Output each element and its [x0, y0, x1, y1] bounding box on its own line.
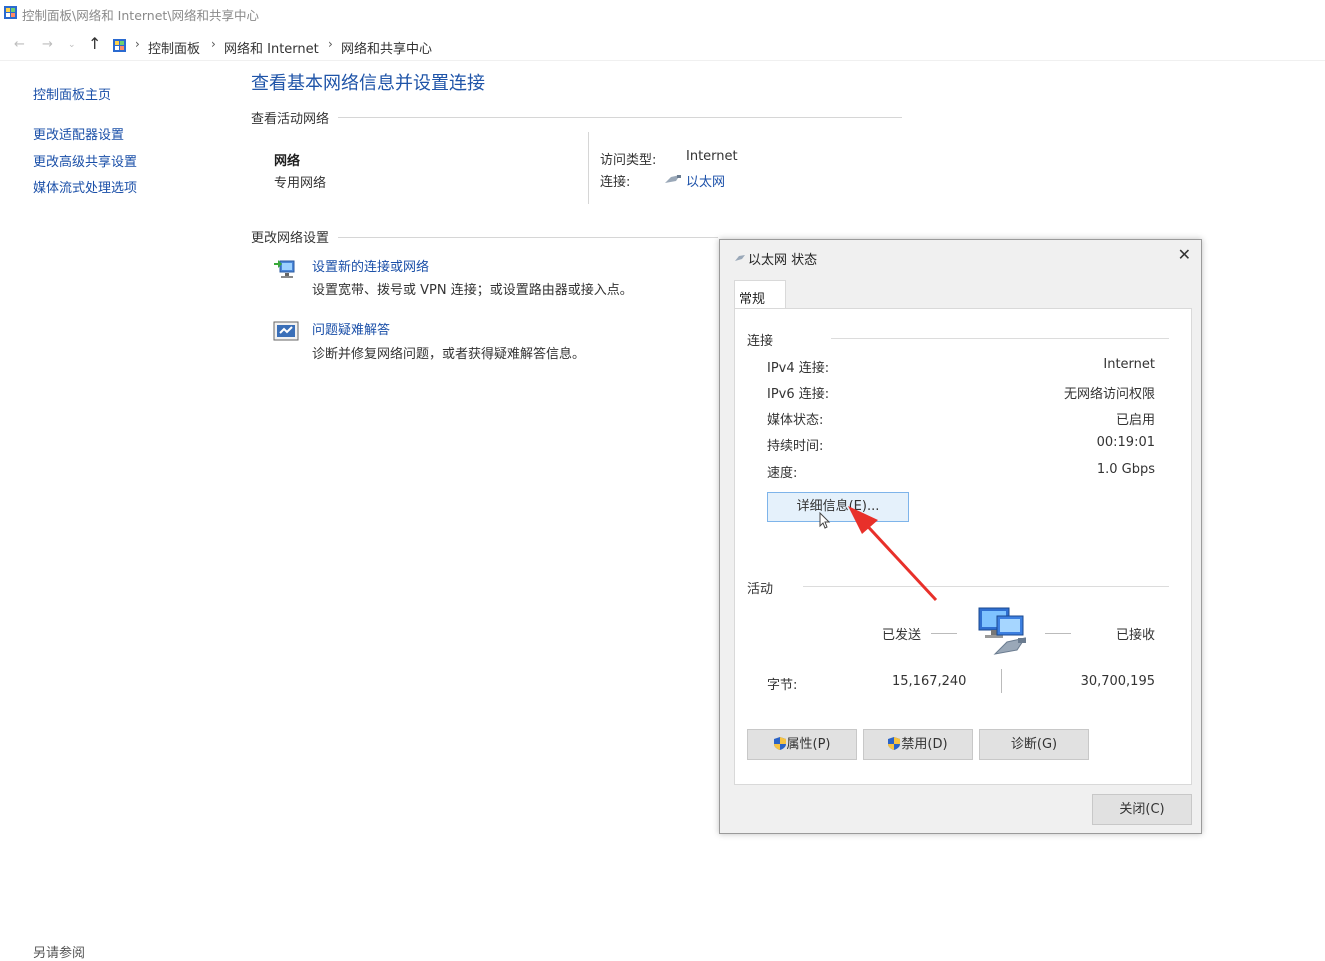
ipv4-label: IPv4 连接: [767, 361, 830, 376]
ethernet-icon [735, 255, 745, 261]
recent-locations-dropdown-icon[interactable]: ⌄ [68, 40, 76, 50]
setup-new-connection-link[interactable]: 设置新的连接或网络 [312, 256, 429, 275]
bytes-received-value: 30,700,195 [1080, 674, 1155, 689]
ethernet-connection-link[interactable]: 以太网 [686, 171, 725, 190]
up-arrow-icon[interactable]: ↑ [88, 34, 101, 53]
sidebar-item-advanced-sharing[interactable]: 更改高级共享设置 [33, 151, 137, 170]
ipv4-value: Internet [1103, 357, 1155, 372]
section-divider [338, 237, 718, 238]
speed-label: 速度: [767, 466, 798, 481]
troubleshoot-link[interactable]: 问题疑难解答 [312, 319, 390, 338]
uac-shield-icon [888, 737, 901, 750]
sent-label: 已发送 [882, 628, 922, 643]
see-also-heading: 另请参阅 [33, 946, 86, 961]
ipv6-label: IPv6 连接: [767, 387, 830, 402]
uac-shield-icon [773, 737, 786, 750]
new-connection-icon [274, 260, 295, 278]
section-divider [831, 338, 1169, 339]
page-title: 查看基本网络信息并设置连接 [251, 73, 485, 94]
active-networks-heading: 查看活动网络 [251, 112, 330, 127]
annotation-arrow [848, 506, 938, 602]
window-title: 控制面板\网络和 Internet\网络和共享中心 [22, 8, 260, 23]
close-icon[interactable]: ✕ [1178, 245, 1191, 264]
ethernet-status-dialog: 以太网 状态 ✕ 常规 连接 IPv4 连接: Internet IPv6 连接… [719, 239, 1202, 834]
setup-new-connection-desc: 设置宽带、拨号或 VPN 连接；或设置路由器或接入点。 [312, 283, 633, 298]
breadcrumb-separator: › [211, 37, 216, 51]
bytes-sent-value: 15,167,240 [892, 674, 967, 689]
received-line [1045, 633, 1071, 634]
breadcrumb-separator: › [328, 37, 333, 51]
sidebar-item-media-streaming[interactable]: 媒体流式处理选项 [33, 177, 137, 196]
network-name: 网络 [274, 154, 301, 169]
general-tab-panel: 连接 IPv4 连接: Internet IPv6 连接: 无网络访问权限 媒体… [734, 308, 1192, 785]
tab-general[interactable]: 常规 [734, 280, 786, 309]
troubleshoot-icon [273, 321, 299, 341]
bytes-divider [1001, 669, 1002, 693]
media-state-label: 媒体状态: [767, 413, 824, 428]
ipv6-value: 无网络访问权限 [1063, 387, 1155, 402]
duration-label: 持续时间: [767, 439, 824, 454]
disable-button[interactable]: 禁用(D) [863, 729, 973, 760]
ethernet-icon [665, 175, 681, 183]
connection-label: 连接: [600, 175, 631, 190]
address-bar: ← → ⌄ ↑ › 控制面板 › 网络和 Internet › 网络和共享中心 [0, 32, 1325, 61]
breadcrumb-sharing-center[interactable]: 网络和共享中心 [341, 38, 432, 57]
troubleshoot-desc: 诊断并修复网络问题，或者获得疑难解答信息。 [312, 347, 586, 362]
breadcrumb-network-internet[interactable]: 网络和 Internet [224, 38, 319, 57]
control-panel-icon [4, 6, 17, 19]
window-titlebar: 控制面板\网络和 Internet\网络和共享中心 [0, 0, 1325, 26]
dialog-title: 以太网 状态 [748, 253, 818, 268]
sidebar-item-adapter-settings[interactable]: 更改适配器设置 [33, 124, 124, 143]
forward-arrow-icon[interactable]: → [42, 37, 53, 52]
back-arrow-icon[interactable]: ← [14, 37, 25, 52]
activity-section-heading: 活动 [747, 582, 774, 597]
received-label: 已接收 [1115, 628, 1155, 643]
change-settings-heading: 更改网络设置 [251, 231, 330, 246]
access-type-label: 访问类型: [600, 153, 657, 168]
diagnose-button[interactable]: 诊断(G) [979, 729, 1089, 760]
tab-strip: 常规 [734, 280, 1190, 309]
access-type-value: Internet [686, 149, 738, 164]
control-panel-icon [113, 39, 126, 52]
connection-section-heading: 连接 [747, 334, 774, 349]
vertical-divider [588, 132, 589, 204]
section-divider [338, 117, 902, 118]
network-activity-icon [978, 607, 1027, 655]
sent-line [931, 633, 957, 634]
mouse-cursor-icon [819, 512, 831, 529]
properties-button[interactable]: 属性(P) [747, 729, 857, 760]
duration-value: 00:19:01 [1096, 435, 1155, 450]
media-state-value: 已启用 [1115, 413, 1155, 428]
close-button[interactable]: 关闭(C) [1092, 794, 1192, 825]
speed-value: 1.0 Gbps [1096, 462, 1155, 477]
bytes-label: 字节: [767, 678, 798, 693]
network-type[interactable]: 专用网络 [274, 172, 326, 191]
breadcrumb-separator: › [135, 37, 140, 51]
sidebar-item-control-panel-home[interactable]: 控制面板主页 [33, 84, 111, 103]
breadcrumb-control-panel[interactable]: 控制面板 [148, 38, 200, 57]
